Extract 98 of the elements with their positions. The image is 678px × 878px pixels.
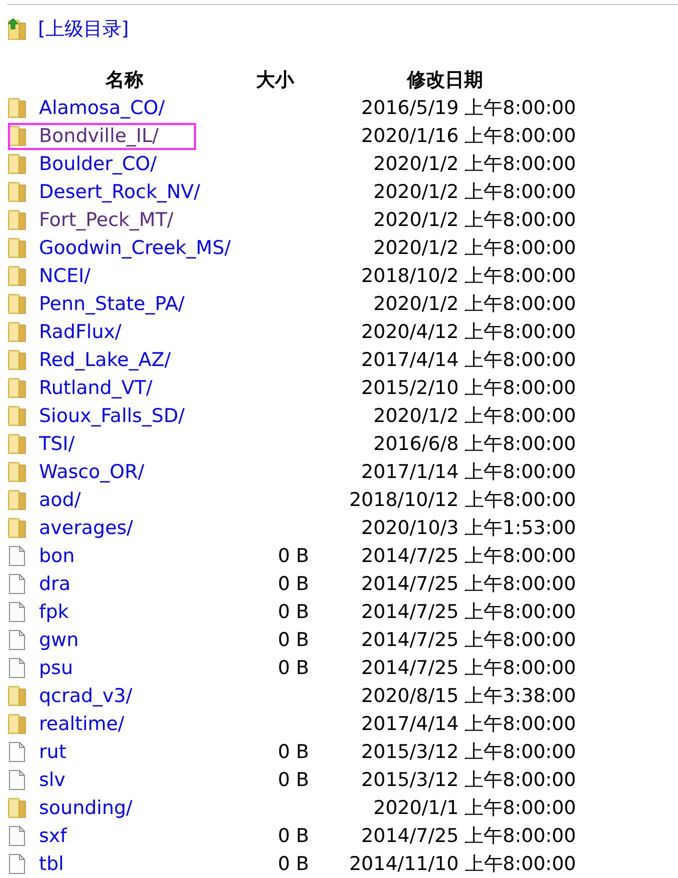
modified-date: 2016/5/19 上午8:00:00 xyxy=(361,97,576,119)
file-size: 0 B xyxy=(278,853,309,875)
folder-link[interactable]: Bondville_IL/ xyxy=(39,125,159,147)
modified-date: 2014/7/25 上午8:00:00 xyxy=(361,629,576,651)
folder-link[interactable]: Penn_State_PA/ xyxy=(39,293,184,315)
column-header: 修改日期 xyxy=(407,69,483,91)
folder-link[interactable]: Fort_Peck_MT/ xyxy=(39,209,174,231)
modified-date: 2014/11/10 上午8:00:00 xyxy=(349,853,576,875)
folder-link[interactable]: Sioux_Falls_SD/ xyxy=(39,405,185,427)
folder-icon xyxy=(8,238,26,258)
folder-up-arrow-icon xyxy=(8,18,26,40)
folder-icon xyxy=(8,126,26,146)
file-icon xyxy=(9,546,25,566)
folder-icon xyxy=(8,518,26,538)
folder-link[interactable]: averages/ xyxy=(39,517,134,539)
file-icon xyxy=(9,742,25,762)
folder-link[interactable]: TSI/ xyxy=(39,433,75,455)
file-size: 0 B xyxy=(278,825,309,847)
file-icon xyxy=(9,574,25,594)
modified-date: 2020/1/2 上午8:00:00 xyxy=(373,293,576,315)
file-link[interactable]: psu xyxy=(39,657,74,679)
folder-link[interactable]: Alamosa_CO/ xyxy=(39,97,165,119)
folder-icon xyxy=(8,154,26,174)
folder-icon xyxy=(8,210,26,230)
file-icon xyxy=(9,854,25,874)
file-size: 0 B xyxy=(278,629,309,651)
modified-date: 2018/10/12 上午8:00:00 xyxy=(349,489,576,511)
modified-date: 2020/8/15 上午3:38:00 xyxy=(361,685,576,707)
file-icon xyxy=(9,602,25,622)
modified-date: 2014/7/25 上午8:00:00 xyxy=(361,573,576,595)
modified-date: 2020/1/2 上午8:00:00 xyxy=(373,237,576,259)
folder-icon xyxy=(8,434,26,454)
folder-icon xyxy=(8,798,26,818)
modified-date: 2020/1/2 上午8:00:00 xyxy=(373,209,576,231)
file-size: 0 B xyxy=(278,741,309,763)
file-icon xyxy=(9,630,25,650)
file-icon xyxy=(9,826,25,846)
folder-link[interactable]: Rutland_VT/ xyxy=(39,377,152,399)
file-size: 0 B xyxy=(278,657,309,679)
folder-link[interactable]: realtime/ xyxy=(39,713,124,735)
modified-date: 2015/3/12 上午8:00:00 xyxy=(361,741,576,763)
file-icon xyxy=(9,658,25,678)
parent-directory-link[interactable]: [上级目录] xyxy=(38,18,129,40)
folder-link[interactable]: RadFlux/ xyxy=(39,321,122,343)
folder-link[interactable]: Boulder_CO/ xyxy=(39,153,157,175)
modified-date: 2014/7/25 上午8:00:00 xyxy=(361,601,576,623)
file-link[interactable]: gwn xyxy=(39,629,79,651)
folder-icon xyxy=(8,322,26,342)
modified-date: 2015/3/12 上午8:00:00 xyxy=(361,769,576,791)
file-link[interactable]: rut xyxy=(39,741,66,763)
file-size: 0 B xyxy=(278,601,309,623)
modified-date: 2017/1/14 上午8:00:00 xyxy=(361,461,576,483)
modified-date: 2020/10/3 上午1:53:00 xyxy=(361,517,576,539)
column-header: 大小 xyxy=(256,69,294,91)
folder-icon xyxy=(8,406,26,426)
modified-date: 2014/7/25 上午8:00:00 xyxy=(361,657,576,679)
folder-icon xyxy=(8,294,26,314)
modified-date: 2016/6/8 上午8:00:00 xyxy=(373,433,576,455)
modified-date: 2017/4/14 上午8:00:00 xyxy=(361,713,576,735)
folder-link[interactable]: Goodwin_Creek_MS/ xyxy=(39,237,231,259)
file-link[interactable]: dra xyxy=(39,573,71,595)
file-icon xyxy=(9,770,25,790)
modified-date: 2020/1/1 上午8:00:00 xyxy=(373,797,576,819)
file-size: 0 B xyxy=(278,769,309,791)
file-link[interactable]: fpk xyxy=(39,601,69,623)
folder-link[interactable]: qcrad_v3/ xyxy=(39,685,132,707)
modified-date: 2017/4/14 上午8:00:00 xyxy=(361,349,576,371)
file-link[interactable]: tbl xyxy=(39,853,64,875)
folder-link[interactable]: aod/ xyxy=(39,489,81,511)
file-link[interactable]: bon xyxy=(39,545,75,567)
folder-link[interactable]: NCEI/ xyxy=(39,265,90,287)
folder-icon xyxy=(8,350,26,370)
folder-icon xyxy=(8,98,26,118)
folder-icon xyxy=(8,378,26,398)
file-size: 0 B xyxy=(278,573,309,595)
file-link[interactable]: sxf xyxy=(39,825,67,847)
folder-link[interactable]: sounding/ xyxy=(39,797,132,819)
modified-date: 2014/7/25 上午8:00:00 xyxy=(361,545,576,567)
folder-icon xyxy=(8,462,26,482)
modified-date: 2020/1/2 上午8:00:00 xyxy=(373,405,576,427)
modified-date: 2018/10/2 上午8:00:00 xyxy=(361,265,576,287)
folder-link[interactable]: Desert_Rock_NV/ xyxy=(39,181,200,203)
modified-date: 2020/1/2 上午8:00:00 xyxy=(373,181,576,203)
folder-icon xyxy=(8,714,26,734)
folder-link[interactable]: Red_Lake_AZ/ xyxy=(39,349,171,371)
modified-date: 2015/2/10 上午8:00:00 xyxy=(361,377,576,399)
folder-link[interactable]: Wasco_OR/ xyxy=(39,461,144,483)
folder-icon xyxy=(8,182,26,202)
modified-date: 2020/1/16 上午8:00:00 xyxy=(361,125,576,147)
folder-icon xyxy=(8,686,26,706)
file-link[interactable]: slv xyxy=(39,769,66,791)
modified-date: 2020/4/12 上午8:00:00 xyxy=(361,321,576,343)
column-header: 名称 xyxy=(106,69,144,91)
folder-icon xyxy=(8,490,26,510)
modified-date: 2020/1/2 上午8:00:00 xyxy=(373,153,576,175)
folder-icon xyxy=(8,266,26,286)
file-size: 0 B xyxy=(278,545,309,567)
modified-date: 2014/7/25 上午8:00:00 xyxy=(361,825,576,847)
